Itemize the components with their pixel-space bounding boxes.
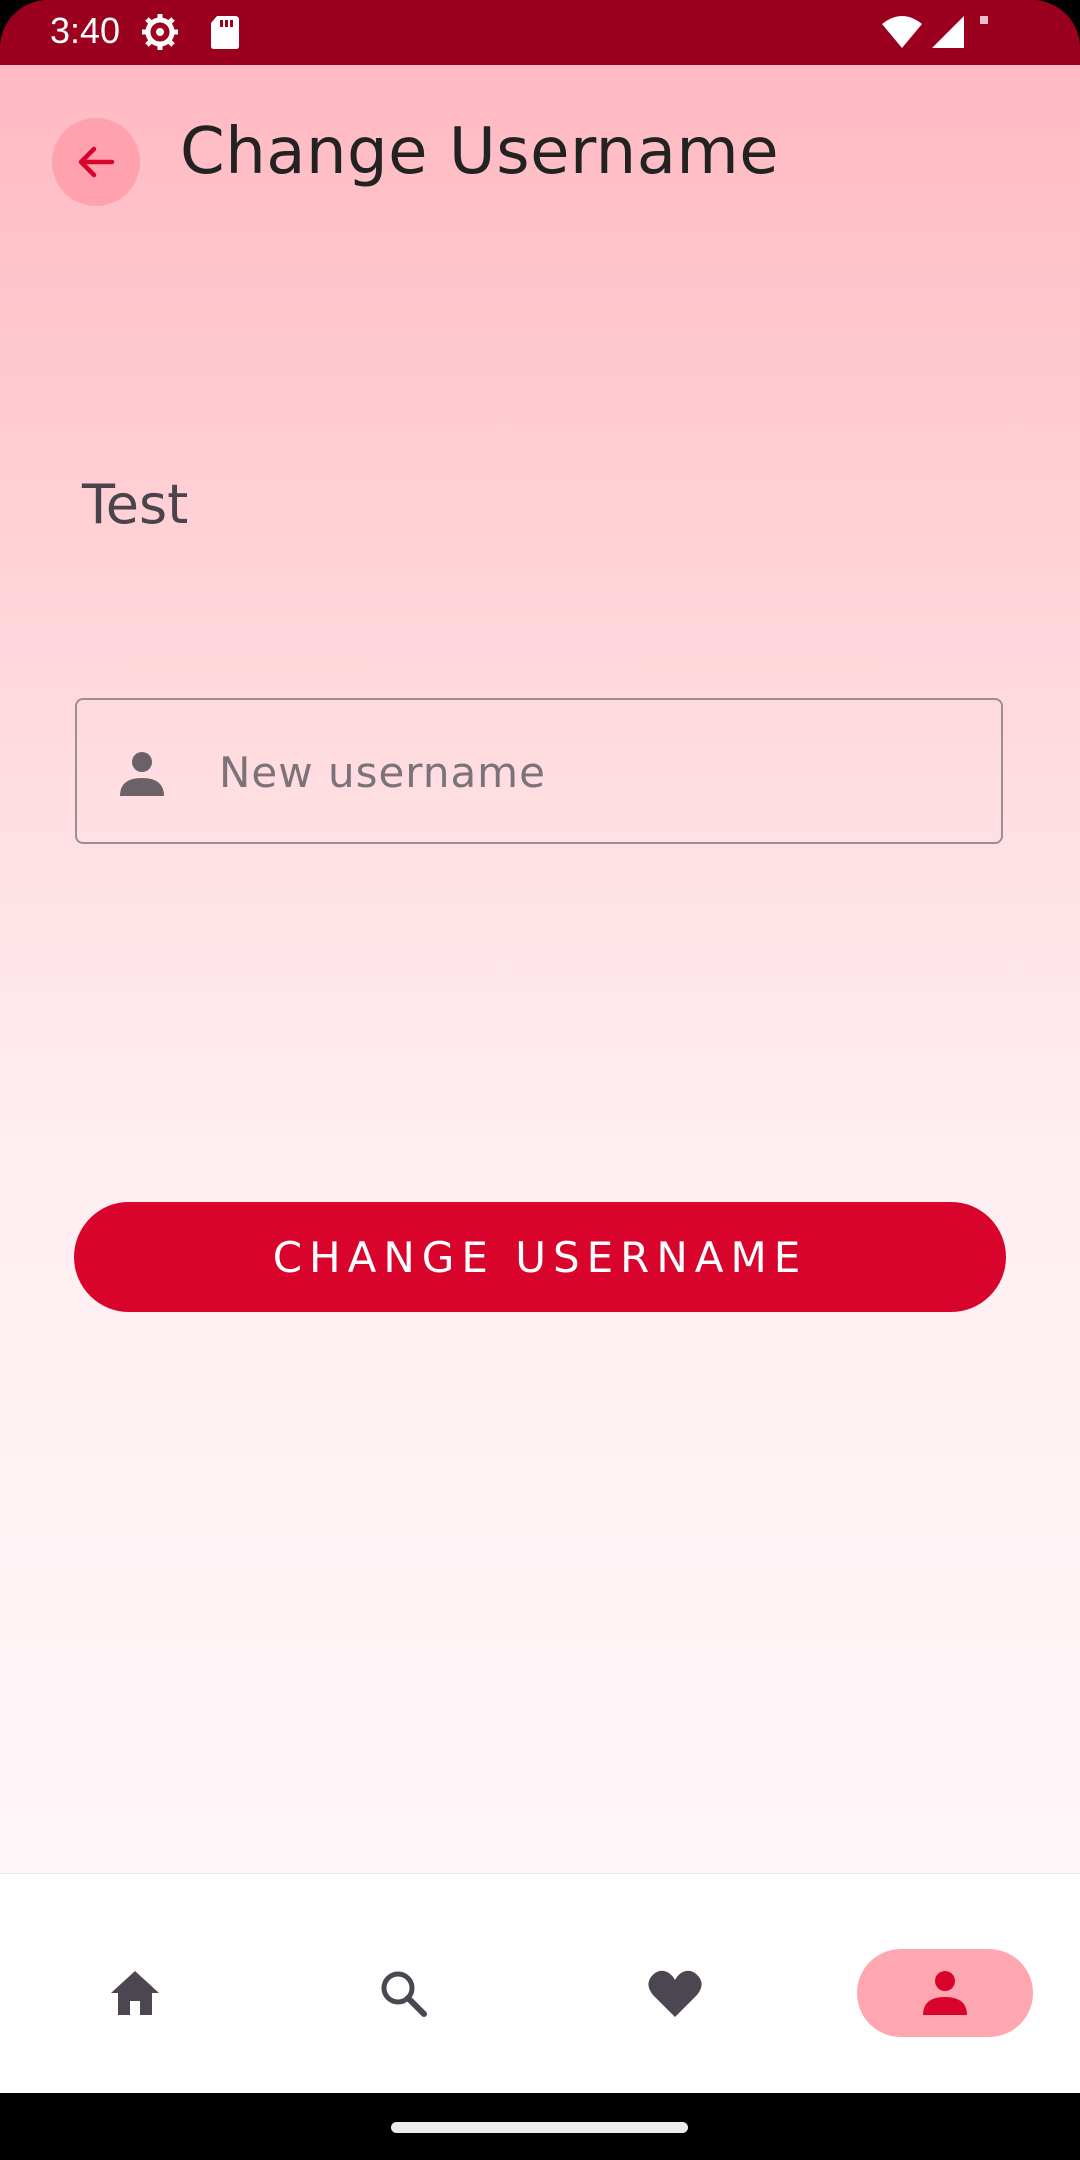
current-username: Test xyxy=(82,473,189,536)
search-icon xyxy=(381,1971,427,2017)
gesture-handle[interactable] xyxy=(391,2122,688,2133)
sd-card-icon xyxy=(211,16,239,49)
new-username-placeholder: New username xyxy=(219,748,546,797)
new-username-field[interactable]: New username xyxy=(75,698,1003,844)
status-time: 3:40 xyxy=(50,10,121,51)
nav-home[interactable] xyxy=(47,1949,223,2037)
person-icon xyxy=(923,1971,967,2015)
app-content: Change Username Test New username CHANGE… xyxy=(0,65,1080,1873)
notification-dot-icon xyxy=(980,16,988,24)
nav-profile[interactable] xyxy=(857,1949,1033,2037)
signal-icon xyxy=(932,16,964,48)
settings-gear-icon xyxy=(142,14,178,50)
status-bar: 3:40 xyxy=(0,0,1080,65)
wifi-icon xyxy=(882,16,922,48)
home-icon xyxy=(111,1971,159,2015)
change-username-button[interactable]: CHANGE USERNAME xyxy=(74,1202,1006,1312)
nav-favorites[interactable] xyxy=(587,1949,763,2037)
phone-screen: 3:40 Change Username Test New username C… xyxy=(0,0,1080,2160)
arrow-back-icon xyxy=(78,146,115,178)
bottom-navigation xyxy=(0,1873,1080,2094)
person-icon xyxy=(120,752,164,796)
back-button[interactable] xyxy=(52,118,140,206)
heart-icon xyxy=(648,1970,702,2017)
page-title: Change Username xyxy=(180,115,780,189)
nav-search[interactable] xyxy=(315,1949,491,2037)
